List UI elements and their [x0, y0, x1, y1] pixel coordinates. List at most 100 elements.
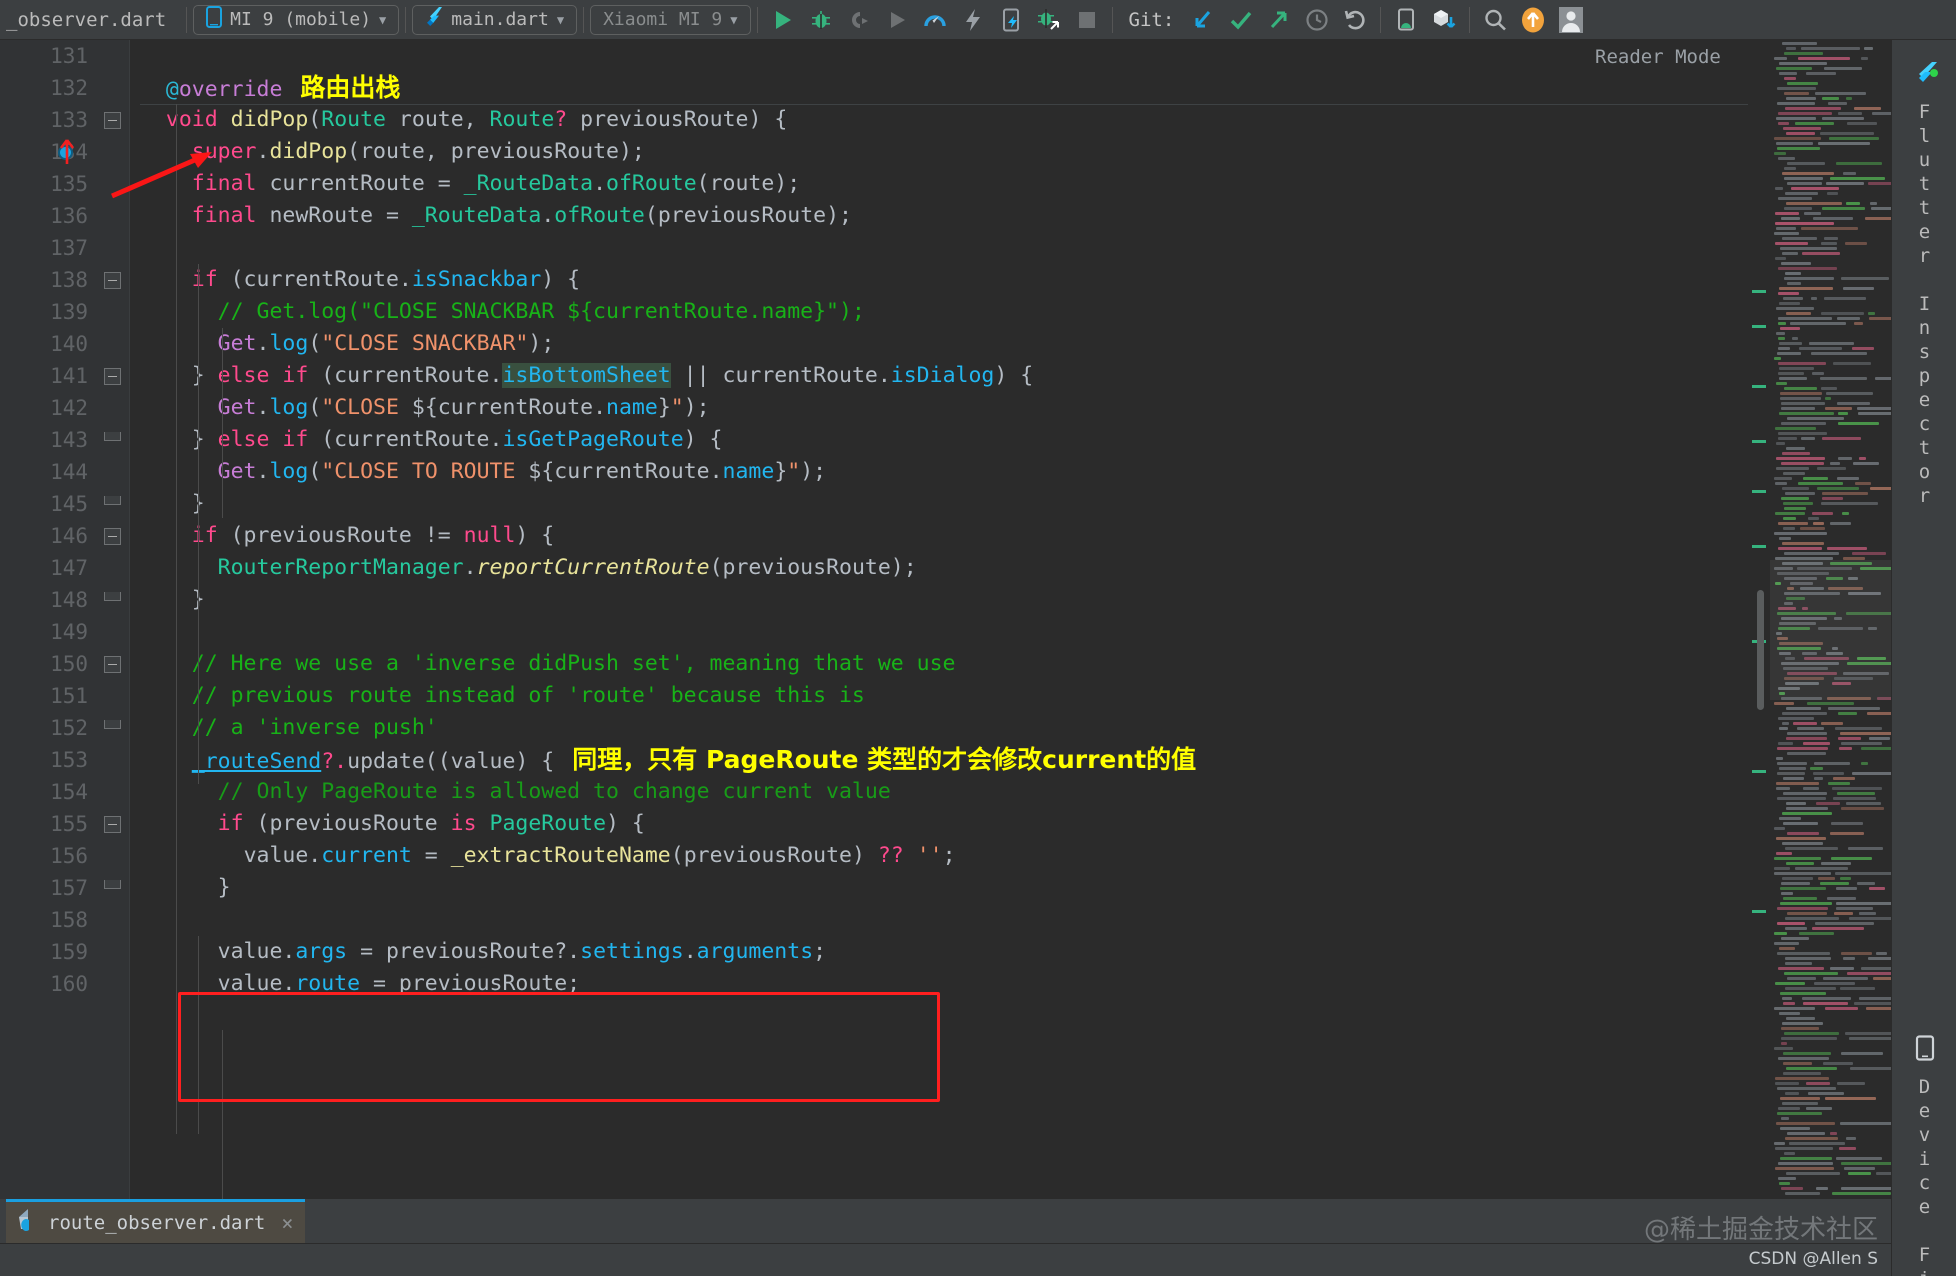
minimap-line	[1804, 212, 1821, 215]
code-token: = previousRoute?.	[347, 939, 580, 964]
code-fold-toggle[interactable]	[104, 432, 121, 441]
code-line[interactable]: value.route = previousRoute;	[140, 968, 1891, 1000]
tab-route-observer-dart[interactable]: route_observer.dart ×	[6, 1199, 305, 1243]
stripe-mark[interactable]	[1752, 290, 1766, 293]
git-update-button[interactable]	[1184, 4, 1222, 36]
code-line[interactable]: // Get.log("CLOSE SNACKBAR ${currentRout…	[140, 296, 1891, 328]
right-tool-sidebar: Flutter Inspector Device File Explorer	[1891, 40, 1956, 1276]
code-line[interactable]: Get.log("CLOSE TO ROUTE ${currentRoute.n…	[140, 456, 1891, 488]
code-line[interactable]: Get.log("CLOSE SNACKBAR");	[140, 328, 1891, 360]
code-fold-toggle[interactable]	[104, 368, 121, 385]
editor-scrollbar-thumb[interactable]	[1757, 590, 1764, 710]
code-line[interactable]: final currentRoute = _RouteData.ofRoute(…	[140, 168, 1891, 200]
minimap-line	[1778, 1162, 1833, 1165]
minimap-line	[1807, 702, 1854, 705]
avd-manager-button[interactable]	[1387, 4, 1425, 36]
code-line[interactable]: // Only PageRoute is allowed to change c…	[140, 776, 1891, 808]
code-token: isDialog	[891, 363, 995, 388]
stripe-mark[interactable]	[1752, 490, 1766, 493]
stop-button[interactable]	[1068, 4, 1106, 36]
code-line[interactable]: if (previousRoute != null) {	[140, 520, 1891, 552]
breadcrumb[interactable]: _observer.dart	[0, 9, 180, 31]
code-fold-toggle[interactable]	[104, 496, 121, 505]
git-push-button[interactable]	[1260, 4, 1298, 36]
code-line[interactable]: value.args = previousRoute?.settings.arg…	[140, 936, 1891, 968]
hot-reload-button[interactable]	[954, 4, 992, 36]
code-line[interactable]: @override路由出栈	[140, 72, 1891, 104]
code-fold-toggle[interactable]	[104, 528, 121, 545]
minimap-line	[1778, 717, 1814, 720]
minimap-line	[1849, 1037, 1891, 1040]
code-line[interactable]: }	[140, 584, 1891, 616]
code-line[interactable]	[140, 616, 1891, 648]
run-coverage-button[interactable]	[840, 4, 878, 36]
code-fold-toggle[interactable]	[104, 592, 121, 601]
code-line[interactable]	[140, 904, 1891, 936]
code-line[interactable]: // Here we use a 'inverse didPush set', …	[140, 648, 1891, 680]
reader-mode-label[interactable]: Reader Mode	[1595, 46, 1721, 68]
open-observatory-button[interactable]	[1030, 4, 1068, 36]
code-fold-toggle[interactable]	[104, 656, 121, 673]
code-line[interactable]: value.current = _extractRouteName(previo…	[140, 840, 1891, 872]
code-fold-toggle[interactable]	[104, 816, 121, 833]
minimap-line	[1785, 927, 1807, 930]
code-line[interactable]: // a 'inverse push'	[140, 712, 1891, 744]
stripe-mark[interactable]	[1752, 770, 1766, 773]
code-line[interactable]: } else if (currentRoute.isBottomSheet ||…	[140, 360, 1891, 392]
close-icon[interactable]: ×	[275, 1211, 293, 1235]
minimap-line	[1817, 467, 1846, 470]
code-line[interactable]: }	[140, 872, 1891, 904]
device-target-combo[interactable]: Xiaomi MI 9 ▼	[590, 5, 750, 35]
code-line[interactable]: _routeSend?.update((value) {同理，只有 PageRo…	[140, 744, 1891, 776]
stripe-mark[interactable]	[1752, 910, 1766, 913]
sdk-manager-button[interactable]	[1425, 4, 1463, 36]
code-line[interactable]: Get.log("CLOSE ${currentRoute.name}");	[140, 392, 1891, 424]
code-line[interactable]: final newRoute = _RouteData.ofRoute(prev…	[140, 200, 1891, 232]
line-number: 158	[0, 904, 96, 936]
search-everywhere-button[interactable]	[1476, 4, 1514, 36]
sidebar-item-flutter-inspector[interactable]: Flutter Inspector	[1892, 60, 1956, 509]
code-line[interactable]: super.didPop(route, previousRoute);	[140, 136, 1891, 168]
update-available-button[interactable]	[1514, 4, 1552, 36]
sidebar-item-device-file-explorer[interactable]: Device File Explorer	[1892, 1035, 1956, 1276]
code-token: }	[658, 395, 671, 420]
git-commit-button[interactable]	[1222, 4, 1260, 36]
code-line[interactable]: if (previousRoute is PageRoute) {	[140, 808, 1891, 840]
minimap-line	[1786, 862, 1814, 865]
minimap-line	[1867, 712, 1891, 715]
code-content[interactable]: @override路由出栈 void didPop(Route route, R…	[140, 40, 1891, 1199]
open-devtools-button[interactable]	[916, 4, 954, 36]
code-fold-toggle[interactable]	[104, 112, 121, 129]
code-line[interactable]: RouterReportManager.reportCurrentRoute(p…	[140, 552, 1891, 584]
minimap-line	[1789, 1142, 1845, 1145]
stripe-mark[interactable]	[1752, 385, 1766, 388]
code-line[interactable]	[140, 232, 1891, 264]
debug-button[interactable]	[802, 4, 840, 36]
code-line[interactable]: if (currentRoute.isSnackbar) {	[140, 264, 1891, 296]
code-fold-toggle[interactable]	[104, 720, 121, 729]
code-line[interactable]: void didPop(Route route, Route? previous…	[140, 104, 1891, 136]
account-button[interactable]	[1552, 4, 1590, 36]
line-number: 131	[0, 40, 96, 72]
stripe-mark[interactable]	[1752, 325, 1766, 328]
git-rollback-button[interactable]	[1336, 4, 1374, 36]
code-line[interactable]: } else if (currentRoute.isGetPageRoute) …	[140, 424, 1891, 456]
code-token: ''	[917, 843, 943, 868]
code-editor[interactable]: 1311321331341351361371381391401411421431…	[0, 40, 1891, 1199]
run-button[interactable]	[764, 4, 802, 36]
git-history-button[interactable]	[1298, 4, 1336, 36]
device-selector-combo[interactable]: MI 9 (mobile) ▼	[193, 5, 399, 35]
minimap-viewport[interactable]	[1770, 560, 1891, 700]
code-fold-toggle[interactable]	[104, 272, 121, 289]
minimap-line	[1779, 62, 1827, 65]
stripe-mark[interactable]	[1752, 440, 1766, 443]
run-configuration-combo[interactable]: main.dart ▼	[412, 5, 577, 35]
stripe-mark[interactable]	[1752, 545, 1766, 548]
hot-restart-button[interactable]	[992, 4, 1030, 36]
profile-button[interactable]	[878, 4, 916, 36]
code-line[interactable]: // previous route instead of 'route' bec…	[140, 680, 1891, 712]
code-line[interactable]: }	[140, 488, 1891, 520]
breakpoint-marker[interactable]	[58, 145, 73, 160]
minimap-line	[1836, 907, 1873, 910]
code-fold-toggle[interactable]	[104, 880, 121, 889]
